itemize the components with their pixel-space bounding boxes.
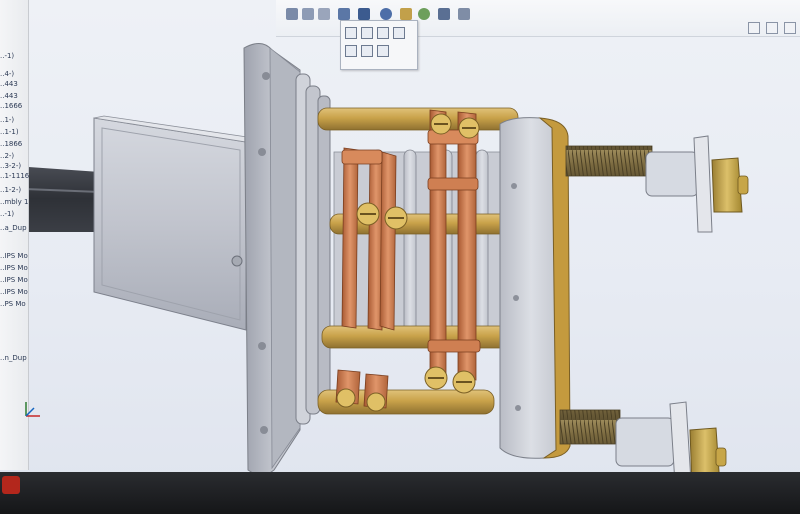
- tree-item[interactable]: ..1866: [0, 140, 22, 148]
- cad-screen: ..-1) ..4-) ..443 ..443 ..1666 ..1-) ..1…: [0, 0, 800, 514]
- view-orientation-dropdown[interactable]: [340, 20, 418, 70]
- tree-item[interactable]: ..IPS Mo: [0, 288, 28, 296]
- view-cell-icon[interactable]: [393, 27, 405, 39]
- tree-item[interactable]: ..mbly 1: [0, 198, 28, 206]
- close-icon[interactable]: [784, 22, 796, 34]
- nut-top[interactable]: [711, 157, 743, 213]
- tree-item[interactable]: ..IPS Mo: [0, 252, 28, 260]
- view-cell-icon[interactable]: [345, 27, 357, 39]
- tree-item[interactable]: ..443: [0, 92, 18, 100]
- spacer-bottom[interactable]: [615, 417, 675, 467]
- tree-item[interactable]: ..IPS Mo: [0, 276, 28, 284]
- tree-item[interactable]: ..2-): [0, 152, 14, 160]
- os-taskbar: [0, 472, 800, 514]
- view-cell-icon[interactable]: [377, 45, 389, 57]
- view-orientation-icon[interactable]: [358, 8, 370, 20]
- tree-item[interactable]: ..1-1116: [0, 172, 29, 180]
- threaded-rod-top[interactable]: [565, 145, 653, 177]
- tree-item[interactable]: ..1-1): [0, 128, 19, 136]
- tree-item[interactable]: ..443: [0, 80, 18, 88]
- view-cell-icon[interactable]: [361, 27, 373, 39]
- tree-item[interactable]: ..3-2-): [0, 162, 21, 170]
- tree-item[interactable]: ..1-): [0, 116, 14, 124]
- zoom-area-icon[interactable]: [302, 8, 314, 20]
- spacer-top[interactable]: [645, 151, 699, 197]
- view-settings-icon[interactable]: [458, 8, 470, 20]
- restore-icon[interactable]: [766, 22, 778, 34]
- tree-item[interactable]: ..1-2-): [0, 186, 21, 194]
- zoom-to-fit-icon[interactable]: [286, 8, 298, 20]
- hide-show-icon[interactable]: [400, 8, 412, 20]
- scene-icon[interactable]: [438, 8, 450, 20]
- tree-item[interactable]: ..1666: [0, 102, 22, 110]
- view-cell-icon[interactable]: [345, 45, 357, 57]
- previous-view-icon[interactable]: [318, 8, 330, 20]
- tree-item[interactable]: ..PS Mo: [0, 300, 26, 308]
- axis-triad-icon: [25, 402, 40, 417]
- display-style-icon[interactable]: [380, 8, 392, 20]
- threaded-rod-bottom[interactable]: [559, 409, 621, 445]
- app-launcher-icon[interactable]: [2, 476, 20, 494]
- square-body[interactable]: [93, 117, 247, 331]
- view-cell-icon[interactable]: [361, 45, 373, 57]
- brush-strip-3[interactable]: [429, 109, 447, 379]
- brass-rod-lower[interactable]: [321, 325, 523, 349]
- section-view-icon[interactable]: [338, 8, 350, 20]
- minimize-icon[interactable]: [748, 22, 760, 34]
- brass-rod-top[interactable]: [317, 107, 519, 131]
- view-cell-icon[interactable]: [377, 27, 389, 39]
- cad-viewport[interactable]: [0, 0, 800, 514]
- tree-item[interactable]: ..4-): [0, 70, 14, 78]
- tree-item[interactable]: ..-1): [0, 210, 14, 218]
- tree-item[interactable]: ..n_Dup: [0, 354, 27, 362]
- tree-item[interactable]: ..a_Dup: [0, 224, 27, 232]
- tree-item[interactable]: ..-1): [0, 52, 14, 60]
- body-screw-hole: [231, 255, 243, 267]
- appearance-icon[interactable]: [418, 8, 430, 20]
- tree-item[interactable]: ..IPS Mo: [0, 264, 28, 272]
- brush-strip-1[interactable]: [341, 147, 359, 329]
